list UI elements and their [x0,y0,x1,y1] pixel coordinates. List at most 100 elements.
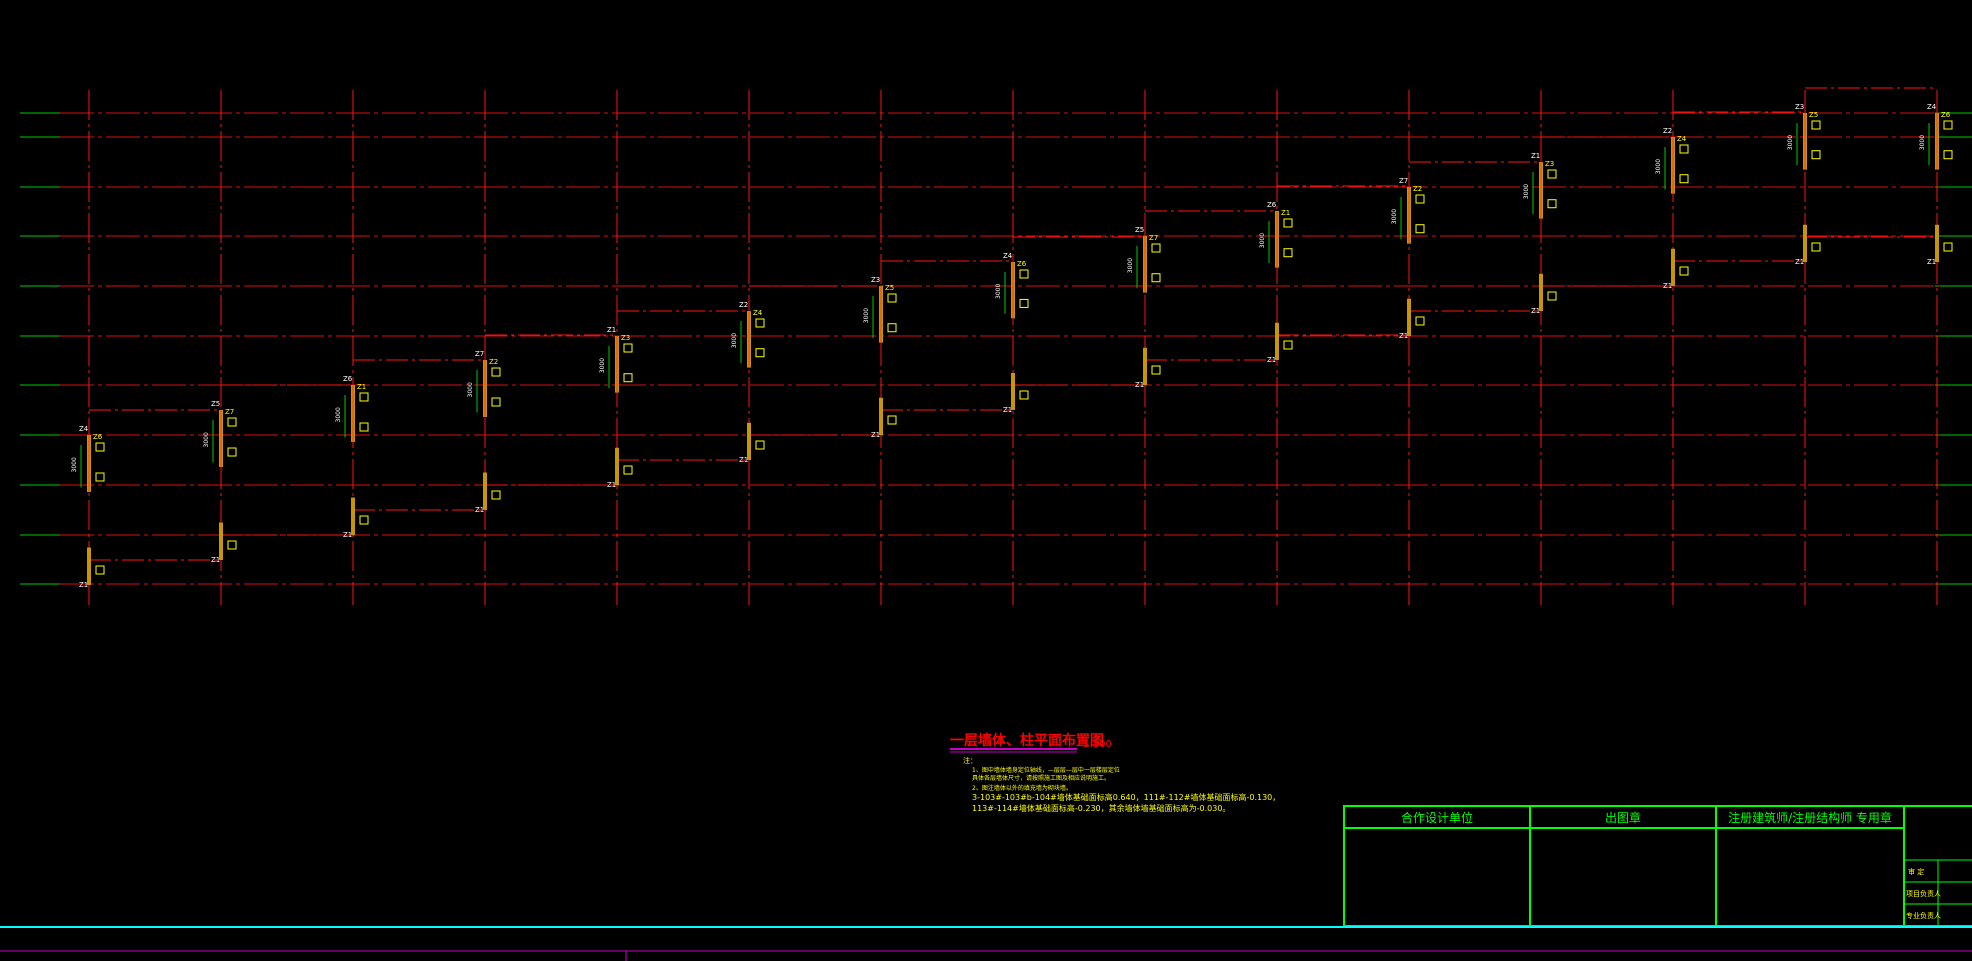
column-marker-icon [755,348,765,358]
wall-segment [1011,373,1015,410]
column-marker-icon [491,490,501,500]
column-marker-icon [1811,242,1821,252]
axis-label: Z1 [357,383,366,391]
column-marker-icon [1151,365,1161,375]
axis-label: Z6 [1941,111,1951,119]
wall-length-label: 3000 [995,284,1002,299]
column-marker-icon [1019,390,1029,400]
column-marker-icon [1943,120,1953,130]
wall-segment [1407,298,1411,336]
wall-segment [1803,224,1807,262]
title-block-col1: 合作设计单位 [1401,810,1473,825]
column-marker-icon [95,442,105,452]
axis-label: Z5 [211,400,220,408]
wall-length-label: 3000 [335,407,342,422]
column-marker-icon [227,540,237,550]
column-marker-icon [95,472,105,482]
drawing-scale: 1:100 [1083,739,1112,750]
axis-label: Z1 [1003,406,1012,414]
wall-length-label: 3000 [863,308,870,323]
axis-label: Z6 [343,375,353,383]
axis-label: Z4 [753,309,763,317]
wall-segment [747,422,751,460]
title-block-col2: 出图章 [1605,810,1641,825]
axis-label: Z1 [1531,152,1540,160]
column-marker-icon [359,422,369,432]
column-marker-icon [1019,298,1029,308]
column-marker-icon [1943,150,1953,160]
axis-label: Z4 [1677,135,1687,143]
column-marker-icon [1283,248,1293,258]
axis-label: Z2 [1413,185,1422,193]
axis-label: Z1 [1281,209,1290,217]
wall-length-label: 3000 [1655,159,1662,174]
axis-label: Z5 [1809,111,1818,119]
wall-length-label: 3000 [1523,184,1530,199]
title-block-row: 专业负责人 [1906,911,1941,920]
column-marker-icon [1943,242,1953,252]
axis-label: Z4 [1927,103,1937,111]
axis-label: Z1 [475,506,484,514]
axis-label: Z7 [475,350,484,358]
column-marker-icon [1811,150,1821,160]
column-marker-icon [1415,194,1425,204]
wall-length-label: 3000 [203,432,210,447]
column-marker-icon [1811,120,1821,130]
axis-label: Z5 [1135,226,1144,234]
axis-label: Z1 [1927,258,1936,266]
column-marker-icon [623,465,633,475]
column-marker-icon [1679,174,1689,184]
wall-length-label: 3000 [71,457,78,472]
axis-label: Z3 [871,276,880,284]
column-marker-icon [227,447,237,457]
wall-segment [615,447,619,485]
wall-segment [1935,224,1939,262]
note-line: 具体各层墙体尺寸，请按照施工图及相应说明施工。 [972,774,1110,782]
title-block-row: 项目负责人 [1906,889,1941,898]
axis-label: Z7 [1149,234,1158,242]
column-marker-icon [887,293,897,303]
wall-segment [351,497,355,535]
cad-canvas[interactable]: Z4 Z6 Z1 3000 Z5 Z7 Z1 3000 Z6 Z1 Z1 3000 Z7 Z2 Z1 3000… [0,0,1972,961]
column-marker-icon [755,318,765,328]
column-marker-icon [491,367,501,377]
note-line: 1、图中墙体墙身定位轴线，—层层—层中一层楼层定位 [972,766,1120,774]
axis-label: Z1 [79,581,88,589]
axis-grid [20,87,1972,605]
axis-label: Z6 [93,433,103,441]
notes: 注： 1、图中墙体墙身定位轴线，—层层—层中一层楼层定位 具体各层墙体尺寸，请按… [963,756,1280,813]
column-marker-icon [623,343,633,353]
column-marker-icon [491,397,501,407]
axis-label: Z2 [489,358,498,366]
column-marker-icon [1151,273,1161,283]
wall-segment [483,472,487,510]
column-marker-icon [887,415,897,425]
wall-length-label: 3000 [1919,135,1926,150]
column-marker-icon [227,417,237,427]
column-marker-icon [755,440,765,450]
column-marker-icon [1679,266,1689,276]
axis-label: Z1 [1135,381,1144,389]
wall-length-label: 3000 [1259,233,1266,248]
wall-segment [219,522,223,560]
wall-length-label: 3000 [1391,209,1398,224]
wall-length-label: 3000 [1787,135,1794,150]
column-marker-icon [1283,218,1293,228]
axis-label: Z2 [1663,127,1672,135]
axis-label: Z1 [1267,356,1276,364]
note-line: 2、图注墙体以外的填充墙为砌块墙。 [972,784,1072,792]
column-marker-icon [1019,269,1029,279]
title-block-row: 审 定 [1908,867,1924,876]
axis-label: Z1 [1531,307,1540,315]
axis-label: Z1 [607,326,616,334]
title-block-col3: 注册建筑师/注册结构师 专用章 [1728,810,1892,825]
axis-label: Z3 [1795,103,1804,111]
axis-label: Z1 [1663,282,1672,290]
axis-label: Z1 [343,531,352,539]
wall-segment [87,547,91,585]
axis-label: Z1 [739,456,748,464]
note-line: 3-103#-103#b-104#墙体基础面标高0.640，111#-112#墙… [972,792,1280,802]
axis-label: Z1 [607,481,616,489]
wall-segment [1539,273,1543,311]
axis-label: Z1 [1795,258,1804,266]
